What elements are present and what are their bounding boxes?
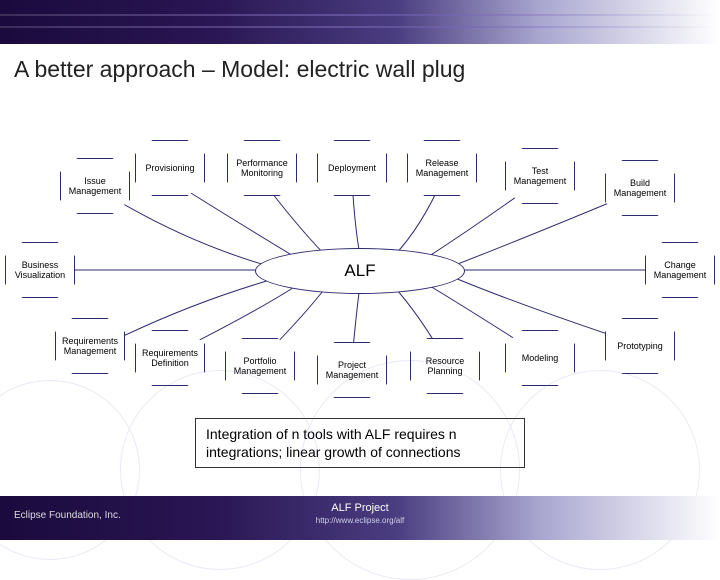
node-deployment: Deployment	[317, 140, 387, 196]
node-modeling: Modeling	[505, 330, 575, 386]
hub-label: ALF	[344, 261, 375, 281]
node-issue-management: Issue Management	[60, 158, 130, 214]
node-change-management: Change Management	[645, 242, 715, 298]
slide-title: A better approach – Model: electric wall…	[0, 44, 720, 91]
node-requirements-management: Requirements Management	[55, 318, 125, 374]
node-provisioning: Provisioning	[135, 140, 205, 196]
footer-url: http://www.eclipse.org/alf	[316, 516, 404, 525]
node-business-visualization: Business Visualization	[5, 242, 75, 298]
node-portfolio-management: Portfolio Management	[225, 338, 295, 394]
caption-box: Integration of n tools with ALF requires…	[195, 418, 525, 468]
node-prototyping: Prototyping	[605, 318, 675, 374]
alf-hub: ALF	[255, 248, 465, 294]
node-requirements-definition: Requirements Definition	[135, 330, 205, 386]
footer-band: Eclipse Foundation, Inc. ALF Project htt…	[0, 496, 720, 540]
footer-project: ALF Project	[316, 502, 404, 514]
node-release-management: Release Management	[407, 140, 477, 196]
node-test-management: Test Management	[505, 148, 575, 204]
header-band	[0, 0, 720, 44]
footer-org: Eclipse Foundation, Inc.	[14, 510, 121, 521]
node-performance-monitoring: Performance Monitoring	[227, 140, 297, 196]
node-build-management: Build Management	[605, 160, 675, 216]
caption-text: Integration of n tools with ALF requires…	[206, 426, 460, 460]
diagram: ALF Provisioning Performance Monitoring …	[0, 120, 720, 440]
node-resource-planning: Resource Planning	[410, 338, 480, 394]
node-project-management: Project Management	[317, 342, 387, 398]
